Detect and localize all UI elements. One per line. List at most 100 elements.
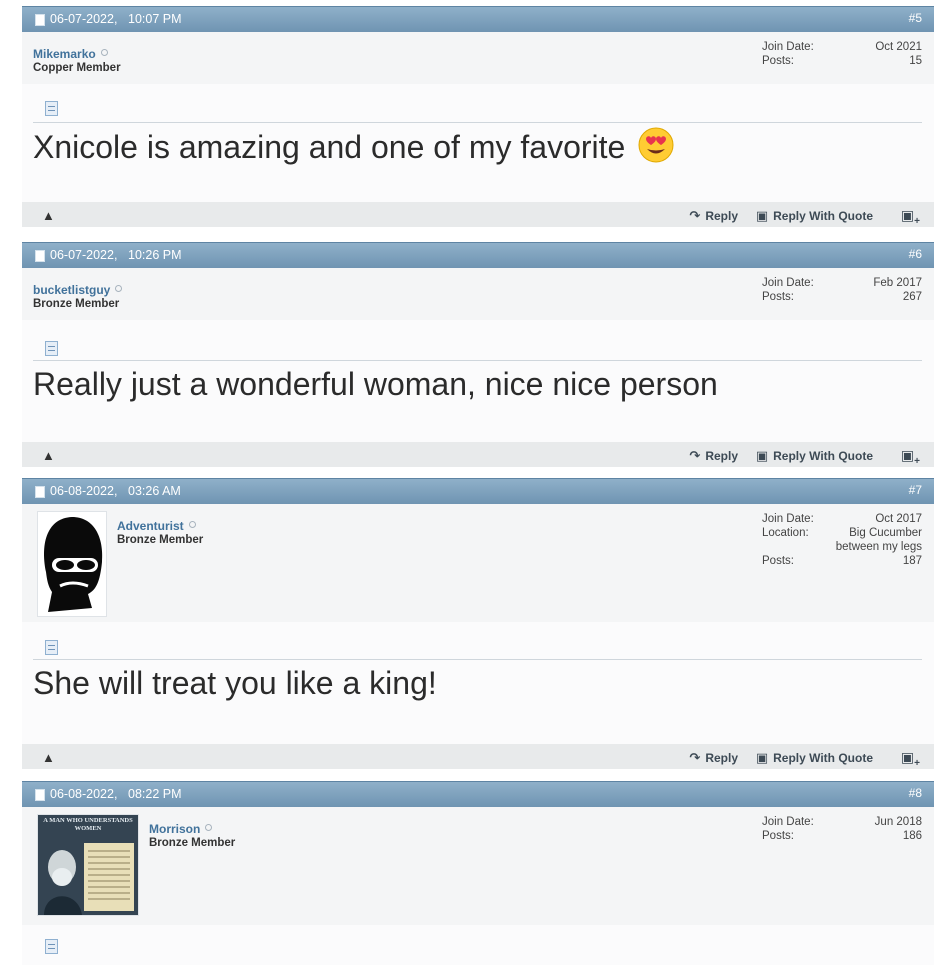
avatar[interactable]: A MAN WHO UNDERSTANDS WOMEN xyxy=(37,814,139,916)
user-rank: Bronze Member xyxy=(149,837,236,849)
post: 06-07-2022, 10:07 PM #5 Mikemarko Copper… xyxy=(22,6,934,227)
post-number-link[interactable]: #7 xyxy=(909,483,922,497)
offline-status-icon xyxy=(205,824,213,831)
post-body: She will treat you like a king! xyxy=(22,622,934,744)
post-date: 06-07-2022, xyxy=(50,12,118,26)
reply-with-quote-button[interactable]: ▣ Reply With Quote xyxy=(756,208,873,224)
reply-arrow-icon: ↷ xyxy=(689,448,701,463)
post-doc-icon xyxy=(45,640,58,655)
user-block: Adventurist Bronze Member Join Date: Oct … xyxy=(22,504,934,622)
post-number-link[interactable]: #5 xyxy=(909,11,922,25)
post-date: 06-07-2022, xyxy=(50,248,118,262)
post-footer: ▲ ↷ Reply ▣ Reply With Quote ▣+ xyxy=(22,202,934,227)
post: 06-08-2022, 08:22 PM #8 A MAN WHO UNDERS… xyxy=(22,781,934,965)
post-body: Xnicole is amazing and one of my favorit… xyxy=(22,84,934,202)
post-icon xyxy=(35,14,45,26)
reply-quote-label: Reply With Quote xyxy=(773,449,873,463)
post: 06-08-2022, 03:26 AM #7 Adventurist Bron… xyxy=(22,478,934,769)
post-date: 06-08-2022, xyxy=(50,787,118,801)
post-body xyxy=(22,925,934,965)
user-block: bucketlistguy Bronze Member Join Date: Fe… xyxy=(22,268,934,320)
report-icon[interactable]: ▲ xyxy=(42,448,55,463)
post-time: 10:26 PM xyxy=(128,248,182,262)
username-link[interactable]: bucketlistguy xyxy=(33,283,123,297)
post-date: 06-08-2022, xyxy=(50,484,118,498)
quote-bubble-icon: ▣ xyxy=(755,750,769,765)
info-label: Posts: xyxy=(762,291,794,303)
post-header: 06-07-2022, 10:07 PM #5 xyxy=(22,6,934,32)
post-footer: ▲ ↷ Reply ▣ Reply With Quote ▣+ xyxy=(22,744,934,769)
post-time: 03:26 AM xyxy=(128,484,181,498)
reply-arrow-icon: ↷ xyxy=(689,750,701,765)
post-doc-icon xyxy=(45,341,58,356)
post-message: Xnicole is amazing and one of my favorit… xyxy=(33,127,674,171)
post-icon xyxy=(35,486,45,498)
info-value: Feb 2017 xyxy=(873,277,922,289)
info-value: 267 xyxy=(902,291,922,303)
offline-status-icon xyxy=(100,49,108,56)
user-rank: Copper Member xyxy=(33,62,121,74)
offline-status-icon xyxy=(115,285,123,292)
post-message-text: Xnicole is amazing and one of my favorit… xyxy=(33,129,626,165)
post-body: Really just a wonderful woman, nice nice… xyxy=(22,320,934,442)
reply-label: Reply xyxy=(705,209,738,223)
divider xyxy=(33,659,922,660)
reply-button[interactable]: ↷ Reply xyxy=(689,448,738,464)
reply-quote-label: Reply With Quote xyxy=(773,751,873,765)
info-value: Oct 2017 xyxy=(875,513,922,525)
info-label: Location: xyxy=(762,527,809,539)
heart-eyes-emoji-icon xyxy=(638,127,674,171)
reply-label: Reply xyxy=(705,751,738,765)
post-icon xyxy=(35,250,45,262)
username-link[interactable]: Adventurist xyxy=(117,519,196,533)
post-time: 08:22 PM xyxy=(128,787,182,801)
multi-quote-icon[interactable]: ▣+ xyxy=(901,447,920,467)
reply-button[interactable]: ↷ Reply xyxy=(689,208,738,224)
post-icon xyxy=(35,789,45,801)
info-value: Big Cucumber between my legs xyxy=(835,527,922,553)
divider xyxy=(33,122,922,123)
info-value: Oct 2021 xyxy=(875,41,922,53)
report-icon[interactable]: ▲ xyxy=(42,208,55,223)
info-label: Posts: xyxy=(762,830,794,842)
avatar[interactable] xyxy=(37,511,107,617)
user-info: Join Date: Oct 2021 Posts: 15 xyxy=(762,40,922,68)
reply-arrow-icon: ↷ xyxy=(689,208,701,223)
info-label: Join Date: xyxy=(762,513,814,525)
post-number-link[interactable]: #6 xyxy=(909,247,922,261)
reply-button[interactable]: ↷ Reply xyxy=(689,750,738,766)
info-value: Jun 2018 xyxy=(874,816,922,828)
post-doc-icon xyxy=(45,101,58,116)
post: 06-07-2022, 10:26 PM #6 bucketlistguy Br… xyxy=(22,242,934,467)
info-value: 15 xyxy=(909,55,922,67)
book-cover-text: A MAN WHO UNDERSTANDS WOMEN xyxy=(43,817,133,832)
reply-with-quote-button[interactable]: ▣ Reply With Quote xyxy=(756,750,873,766)
info-label: Join Date: xyxy=(762,816,814,828)
username-link[interactable]: Morrison xyxy=(149,822,213,836)
post-number-link[interactable]: #8 xyxy=(909,786,922,800)
post-time: 10:07 PM xyxy=(128,12,182,26)
info-label: Join Date: xyxy=(762,41,814,53)
info-label: Posts: xyxy=(762,55,794,67)
multi-quote-icon[interactable]: ▣+ xyxy=(901,749,920,769)
info-value: 187 xyxy=(902,555,922,567)
post-header: 06-07-2022, 10:26 PM #6 xyxy=(22,242,934,268)
divider xyxy=(33,360,922,361)
user-block: A MAN WHO UNDERSTANDS WOMEN Morrison Bro… xyxy=(22,807,934,925)
post-footer: ▲ ↷ Reply ▣ Reply With Quote ▣+ xyxy=(22,442,934,467)
user-rank: Bronze Member xyxy=(117,534,204,546)
offline-status-icon xyxy=(188,521,196,528)
multi-quote-icon[interactable]: ▣+ xyxy=(901,207,920,227)
quote-bubble-icon: ▣ xyxy=(755,448,769,463)
reply-label: Reply xyxy=(705,449,738,463)
user-info: Join Date: Feb 2017 Posts: 267 xyxy=(762,276,922,304)
username-link[interactable]: Mikemarko xyxy=(33,47,108,61)
reply-with-quote-button[interactable]: ▣ Reply With Quote xyxy=(756,448,873,464)
report-icon[interactable]: ▲ xyxy=(42,750,55,765)
post-message: She will treat you like a king! xyxy=(33,665,437,701)
post-header: 06-08-2022, 03:26 AM #7 xyxy=(22,478,934,504)
user-info: Join Date: Oct 2017 Location: Big Cucumber… xyxy=(762,512,922,568)
reply-quote-label: Reply With Quote xyxy=(773,209,873,223)
quote-bubble-icon: ▣ xyxy=(755,208,769,223)
user-block: Mikemarko Copper Member Join Date: Oct 20… xyxy=(22,32,934,84)
